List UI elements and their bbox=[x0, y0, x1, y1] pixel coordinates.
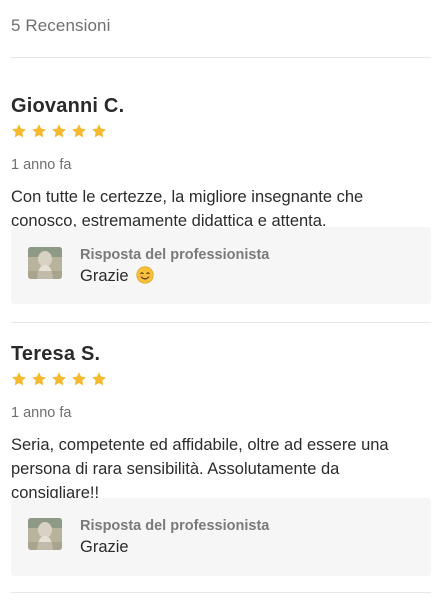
divider bbox=[11, 592, 431, 593]
review-text: Con tutte le certezze, la migliore inseg… bbox=[11, 188, 364, 230]
avatar-photo bbox=[28, 247, 62, 279]
star-icon bbox=[92, 124, 106, 138]
professional-avatar bbox=[28, 247, 62, 279]
divider bbox=[11, 57, 431, 58]
review-item: Giovanni C. 1 anno fa Con tutte le certe… bbox=[11, 94, 431, 233]
star-icon bbox=[92, 372, 106, 386]
star-icon bbox=[52, 372, 66, 386]
star-icon bbox=[72, 372, 86, 386]
review-item: Teresa S. 1 anno fa Seria, competente ed… bbox=[11, 342, 431, 505]
reviewer-name: Giovanni C. bbox=[11, 95, 125, 117]
reply-text: Grazie bbox=[80, 538, 129, 556]
star-rating bbox=[11, 371, 431, 389]
star-rating bbox=[11, 123, 431, 141]
avatar-photo bbox=[28, 518, 62, 550]
star-icon bbox=[72, 124, 86, 138]
reviewer-name: Teresa S. bbox=[11, 343, 101, 365]
professional-avatar bbox=[28, 518, 62, 550]
professional-reply: Risposta del professionista Grazie bbox=[11, 498, 431, 576]
star-icon bbox=[32, 124, 46, 138]
divider bbox=[11, 322, 431, 323]
reviews-page: 5 Recensioni Giovanni C. 1 anno fa Con t… bbox=[0, 0, 441, 600]
reply-title: Risposta del professionista bbox=[80, 247, 270, 263]
smiling-face-emoji-icon bbox=[136, 266, 154, 284]
reply-text: Grazie bbox=[80, 267, 129, 285]
star-icon bbox=[52, 124, 66, 138]
reply-text-container: Grazie bbox=[80, 265, 154, 287]
review-date: 1 anno fa bbox=[11, 157, 72, 173]
star-icon bbox=[32, 372, 46, 386]
review-text: Seria, competente ed affidabile, oltre a… bbox=[11, 436, 389, 502]
review-date: 1 anno fa bbox=[11, 405, 72, 421]
star-icon bbox=[12, 124, 26, 138]
review-count: 5 Recensioni bbox=[11, 16, 111, 35]
professional-reply: Risposta del professionista Grazie bbox=[11, 227, 431, 304]
star-icon bbox=[12, 372, 26, 386]
reply-title: Risposta del professionista bbox=[80, 518, 270, 534]
